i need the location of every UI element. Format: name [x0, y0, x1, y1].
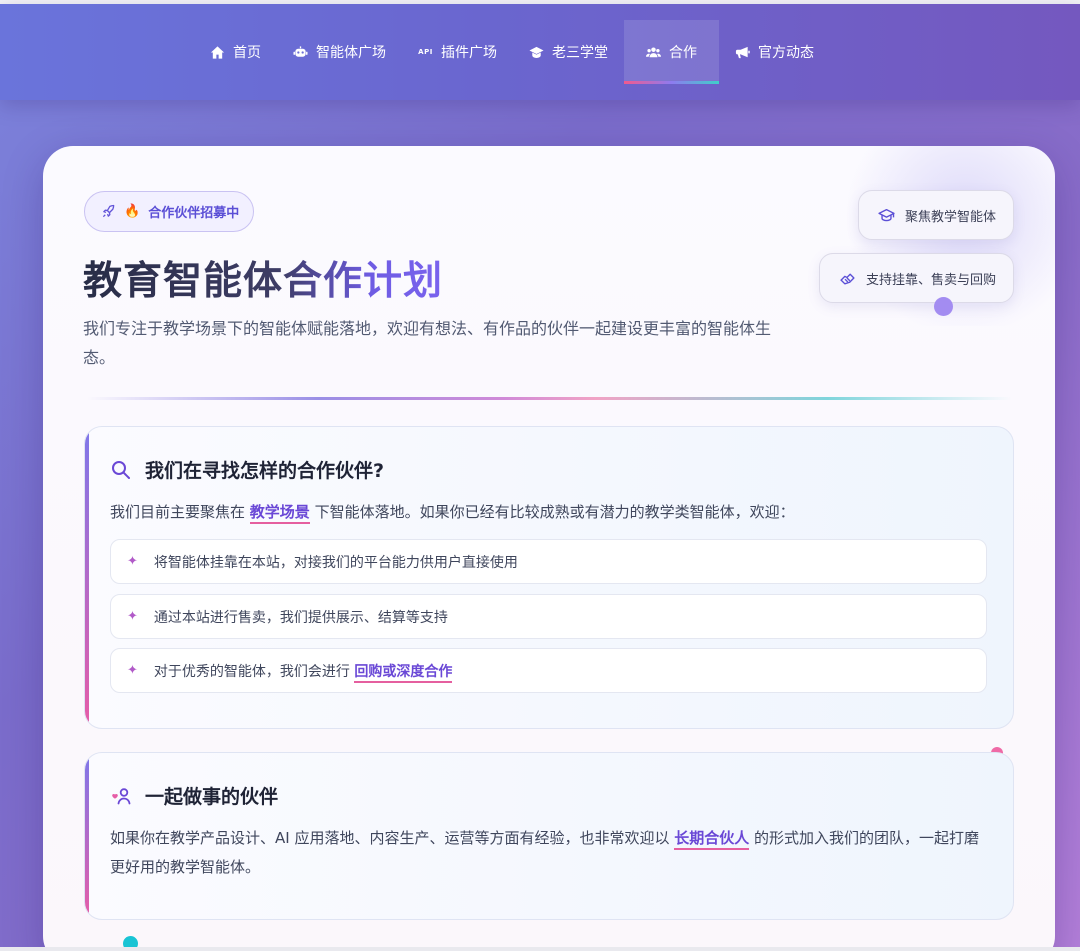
section-title: 一起做事的伙伴: [145, 786, 279, 808]
rocket-icon: [102, 204, 115, 218]
home-icon: [210, 45, 225, 59]
support-options-pill: 支持挂靠、售卖与回购: [819, 253, 1014, 303]
focus-teaching-agent-pill: 聚焦教学智能体: [858, 190, 1014, 240]
decorative-dot: [934, 297, 953, 316]
sparkle-icon: ✦: [127, 554, 138, 569]
teaching-scene-link[interactable]: 教学场景: [249, 503, 310, 524]
sparkle-icon: ✦: [127, 663, 138, 678]
pill-label: 聚焦教学智能体: [905, 209, 997, 225]
gradient-divider: [87, 397, 1012, 400]
nav-item-school[interactable]: 老三学堂: [513, 20, 624, 84]
nav-item-label: 官方动态: [758, 45, 814, 61]
list-item-text: 通过本站进行售卖，我们提供展示、结算等支持: [153, 609, 448, 626]
megaphone-icon: [735, 46, 750, 58]
long-term-partner-section: 一起做事的伙伴 如果你在教学产品设计、AI 应用落地、内容生产、运营等方面有经验…: [84, 752, 1014, 920]
page-subtitle: 我们专注于教学场景下的智能体赋能落地，欢迎有想法、有作品的伙伴一起建设更丰富的智…: [83, 319, 772, 367]
graduation-cap-icon: [878, 208, 895, 221]
intro-text: 下智能体落地。如果你已经有比较成熟或有潜力的教学类智能体，欢迎：: [314, 503, 795, 521]
nav-item-label: 智能体广场: [316, 45, 386, 61]
nav-item-label: 合作: [669, 45, 697, 61]
recruiting-badge: 🔥 合作伙伴招募中: [84, 191, 254, 232]
nav-item-home[interactable]: 首页: [194, 20, 277, 84]
section-intro: 我们目前主要聚焦在 教学场景 下智能体落地。如果你已经有比较成熟或有潜力的教学类…: [110, 498, 990, 527]
handshake-icon: [840, 273, 855, 285]
recruiting-badge-label: 合作伙伴招募中: [148, 206, 240, 221]
buyback-cooperation-link[interactable]: 回购或深度合作: [354, 663, 453, 683]
section-header: 一起做事的伙伴: [110, 782, 278, 809]
users-icon: [646, 46, 661, 57]
search-icon: [112, 460, 130, 479]
section-title: 我们在寻找怎样的合作伙伴?: [145, 460, 385, 482]
section-body: 如果你在教学产品设计、AI 应用落地、内容生产、运营等方面有经验，也非常欢迎以 …: [110, 824, 990, 882]
nav-item-plugin-plaza[interactable]: API 插件广场: [402, 20, 513, 84]
sparkle-icon: ✦: [127, 609, 138, 624]
cooperation-card: 🔥 合作伙伴招募中 教育智能体合作计划 我们专注于教学场景下的智能体赋能落地，欢…: [43, 146, 1055, 951]
nav-item-cooperation[interactable]: 合作: [624, 20, 719, 84]
intro-text: 我们目前主要聚焦在: [110, 503, 246, 521]
nav-item-label: 老三学堂: [552, 45, 608, 61]
nav-item-label: 首页: [233, 45, 261, 61]
nav-menu: 首页 智能体广场 API 插件广场 老三学堂 合作 官方动态: [194, 20, 830, 84]
user-heart-icon: [112, 787, 131, 804]
top-navbar: 首页 智能体广场 API 插件广场 老三学堂 合作 官方动态: [0, 4, 1080, 100]
list-item: ✦ 通过本站进行售卖，我们提供展示、结算等支持: [110, 594, 987, 639]
graduation-cap-icon: [529, 46, 544, 58]
nav-item-agent-plaza[interactable]: 智能体广场: [277, 20, 402, 84]
list-item: ✦ 将智能体挂靠在本站，对接我们的平台能力供用户直接使用: [110, 539, 987, 584]
partner-criteria-section: 我们在寻找怎样的合作伙伴? 我们目前主要聚焦在 教学场景 下智能体落地。如果你已…: [84, 426, 1014, 729]
list-item: ✦ 对于优秀的智能体，我们会进行 回购或深度合作: [110, 648, 987, 693]
nav-item-label: 插件广场: [441, 45, 497, 61]
fire-icon: 🔥: [124, 204, 141, 219]
api-icon: API: [418, 48, 433, 56]
page-title: 教育智能体合作计划: [83, 250, 443, 306]
robot-icon: [293, 45, 308, 57]
section-header: 我们在寻找怎样的合作伙伴?: [110, 456, 384, 483]
list-item-text-part: 对于优秀的智能体，我们会进行: [153, 663, 350, 680]
list-item-text: 对于优秀的智能体，我们会进行 回购或深度合作: [153, 661, 453, 683]
list-item-text: 将智能体挂靠在本站，对接我们的平台能力供用户直接使用: [153, 554, 518, 571]
body-text: 如果你在教学产品设计、AI 应用落地、内容生产、运营等方面有经验，也非常欢迎以: [110, 829, 670, 847]
window-bottom-edge: [0, 947, 1080, 951]
nav-item-news[interactable]: 官方动态: [719, 20, 830, 84]
long-term-partner-link[interactable]: 长期合伙人: [674, 829, 750, 850]
pill-label: 支持挂靠、售卖与回购: [866, 272, 997, 288]
